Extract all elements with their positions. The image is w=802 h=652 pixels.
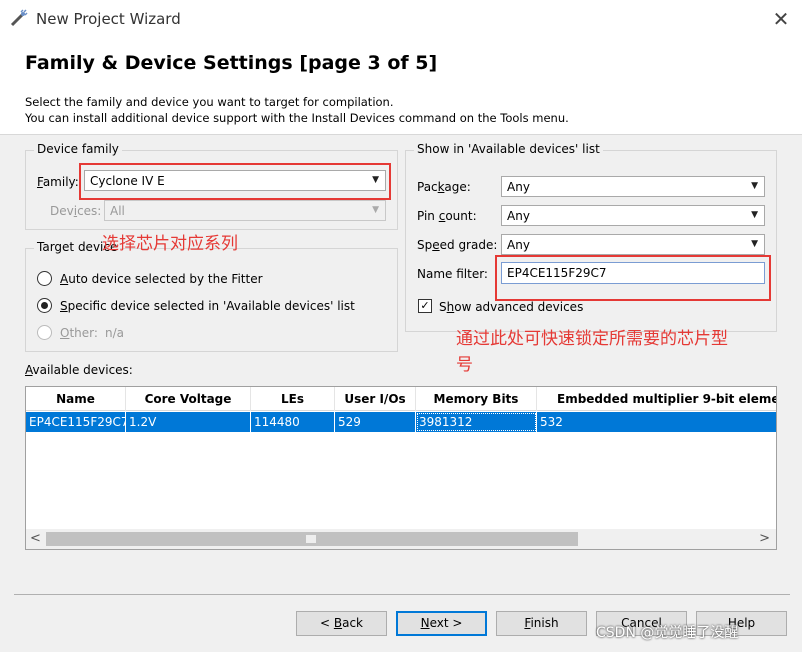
column-header-core-voltage[interactable]: Core Voltage [126,387,251,411]
chevron-left-icon[interactable]: < [30,531,41,546]
cell-memory-bits: 3981312 [416,412,537,432]
chevron-down-icon: ▼ [751,210,758,220]
cell-les: 114480 [251,412,335,432]
cell-user-ios: 529 [335,412,416,432]
finish-button[interactable]: Finish [496,611,587,636]
other-device-radio[interactable] [37,325,52,340]
available-devices-table[interactable]: Name Core Voltage LEs User I/Os Memory B… [25,386,777,550]
watermark: CSDN @觉觉睡了没醒 [596,625,739,641]
column-header-user-ios[interactable]: User I/Os [335,387,416,411]
table-row[interactable]: EP4CE115F29C7 1.2V 114480 529 3981312 53… [26,412,776,432]
next-button[interactable]: Next > [396,611,487,636]
checkmark-icon: ✓ [420,299,430,312]
column-header-embedded-multiplier[interactable]: Embedded multiplier 9-bit elements [537,387,776,411]
speed-grade-select[interactable]: Any ▼ [501,234,765,255]
other-device-label[interactable]: Other: [60,326,98,340]
window-title: New Project Wizard [36,10,181,28]
specific-device-radio[interactable] [37,298,52,313]
device-family-legend: Device family [34,142,122,156]
chevron-down-icon: ▼ [751,181,758,191]
family-label: Family: [37,175,79,189]
filter-annotation-line1: 通过此处可快速锁定所需要的芯片型 [456,329,728,349]
page-title: Family & Device Settings [page 3 of 5] [25,52,438,74]
pin-count-select[interactable]: Any ▼ [501,205,765,226]
devices-select-value: All [110,204,125,218]
column-header-les[interactable]: LEs [251,387,335,411]
scrollbar-grip [306,535,316,543]
devices-select[interactable]: All ▼ [104,200,386,221]
other-device-value: n/a [105,326,125,340]
cell-embedded-multiplier: 532 [537,412,776,432]
speed-grade-label: Speed grade: [417,238,498,252]
title-bar: New Project Wizard ✕ [0,0,802,38]
show-advanced-checkbox[interactable]: ✓ [418,299,432,313]
devices-label: Devices: [50,204,102,218]
page-description-line1: Select the family and device you want to… [25,95,394,109]
name-filter-label: Name filter: [417,267,488,281]
chevron-down-icon: ▼ [372,205,379,215]
cell-core-voltage: 1.2V [126,412,251,432]
name-filter-highlight-box [495,255,771,301]
close-icon: ✕ [772,7,790,31]
show-in-legend: Show in 'Available devices' list [414,142,603,156]
pin-count-select-value: Any [507,209,530,223]
footer-separator [14,594,790,595]
specific-device-label[interactable]: Specific device selected in 'Available d… [60,299,355,313]
chevron-right-icon[interactable]: > [759,531,770,546]
show-advanced-label[interactable]: Show advanced devices [439,300,583,314]
table-header: Name Core Voltage LEs User I/Os Memory B… [26,387,776,411]
scrollbar-thumb[interactable] [46,532,578,546]
pin-count-label: Pin count: [417,209,477,223]
available-devices-label: Available devices: [25,363,133,377]
column-header-memory-bits[interactable]: Memory Bits [416,387,537,411]
cell-name: EP4CE115F29C7 [26,412,126,432]
speed-grade-select-value: Any [507,238,530,252]
family-highlight-box [79,163,391,200]
filter-annotation-line2: 号 [456,355,473,375]
family-annotation: 选择芯片对应系列 [102,234,238,254]
package-select[interactable]: Any ▼ [501,176,765,197]
column-header-name[interactable]: Name [26,387,126,411]
chevron-down-icon: ▼ [751,239,758,249]
close-button[interactable]: ✕ [760,0,802,38]
package-label: Package: [417,180,471,194]
wizard-wand-icon [10,9,28,27]
package-select-value: Any [507,180,530,194]
wizard-header: Family & Device Settings [page 3 of 5] S… [0,38,802,135]
horizontal-scrollbar[interactable]: < > [26,529,776,549]
auto-device-label[interactable]: Auto device selected by the Fitter [60,272,263,286]
auto-device-radio[interactable] [37,271,52,286]
page-description-line2: You can install additional device suppor… [25,111,569,125]
back-button[interactable]: < Back [296,611,387,636]
